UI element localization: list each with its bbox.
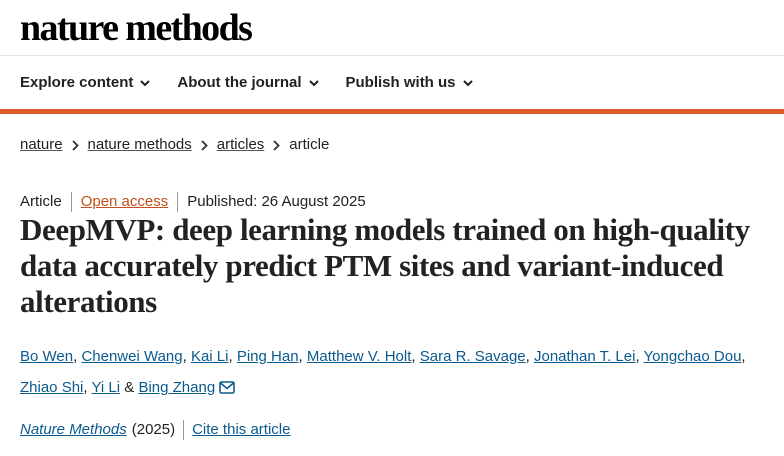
- author-link[interactable]: Matthew V. Holt: [307, 348, 412, 365]
- site-logo[interactable]: nature methods: [20, 6, 253, 50]
- citation-line: Nature Methods (2025) Cite this article: [20, 419, 290, 441]
- author-joiner: &: [124, 379, 135, 396]
- author-link-corresponding[interactable]: Bing Zhang: [138, 379, 215, 396]
- mail-icon[interactable]: [219, 381, 235, 394]
- breadcrumb: nature nature methods articles article: [20, 133, 329, 157]
- breadcrumb-nature[interactable]: nature: [20, 133, 63, 157]
- nav-label: Publish with us: [345, 74, 456, 91]
- nav-explore-content[interactable]: Explore content: [20, 70, 151, 96]
- article-title: DeepMVP: deep learning models trained on…: [20, 212, 750, 319]
- nav-about-the-journal[interactable]: About the journal: [177, 70, 319, 96]
- author-link[interactable]: Jonathan T. Lei: [534, 348, 635, 365]
- author-link[interactable]: Yi Li: [91, 379, 120, 396]
- chevron-down-icon: [308, 79, 319, 86]
- header-accent-bar: [0, 109, 784, 114]
- open-access-link[interactable]: Open access: [81, 191, 169, 213]
- author-link[interactable]: Ping Han: [237, 348, 299, 365]
- cite-this-article-link[interactable]: Cite this article: [192, 419, 290, 441]
- citation-divider: [183, 420, 185, 440]
- breadcrumb-nature-methods[interactable]: nature methods: [88, 133, 192, 157]
- article-type: Article: [20, 193, 62, 210]
- citation-year: (2025): [131, 421, 176, 438]
- chevron-down-icon: [462, 79, 473, 86]
- article-meta: Article Open access Published: 26 August…: [20, 191, 366, 213]
- nav-publish-with-us[interactable]: Publish with us: [346, 70, 473, 96]
- author-link[interactable]: Chenwei Wang: [81, 348, 182, 365]
- nav-label: Explore content: [20, 74, 134, 91]
- journal-link[interactable]: Nature Methods: [20, 419, 127, 441]
- chevron-right-icon: [273, 139, 281, 151]
- author-link[interactable]: Zhiao Shi: [20, 379, 83, 396]
- chevron-right-icon: [201, 139, 208, 151]
- published-date: Published: 26 August 2025: [187, 193, 366, 210]
- author-link[interactable]: Yongchao Dou: [644, 348, 742, 365]
- meta-divider: [177, 192, 179, 212]
- nav-label: About the journal: [177, 74, 302, 91]
- main-nav: Explore content About the journal Publis…: [20, 70, 473, 96]
- chevron-right-icon: [71, 139, 79, 151]
- author-list: Bo Wen, Chenwei Wang, Kai Li, Ping Han, …: [20, 348, 746, 396]
- breadcrumb-current: article: [289, 136, 330, 153]
- author-link[interactable]: Kai Li: [191, 348, 229, 365]
- breadcrumb-articles[interactable]: articles: [217, 133, 265, 157]
- author-link[interactable]: Bo Wen: [20, 348, 73, 365]
- chevron-down-icon: [140, 79, 151, 86]
- author-link[interactable]: Sara R. Savage: [420, 348, 526, 365]
- meta-divider: [70, 192, 72, 212]
- header-divider: [0, 55, 784, 56]
